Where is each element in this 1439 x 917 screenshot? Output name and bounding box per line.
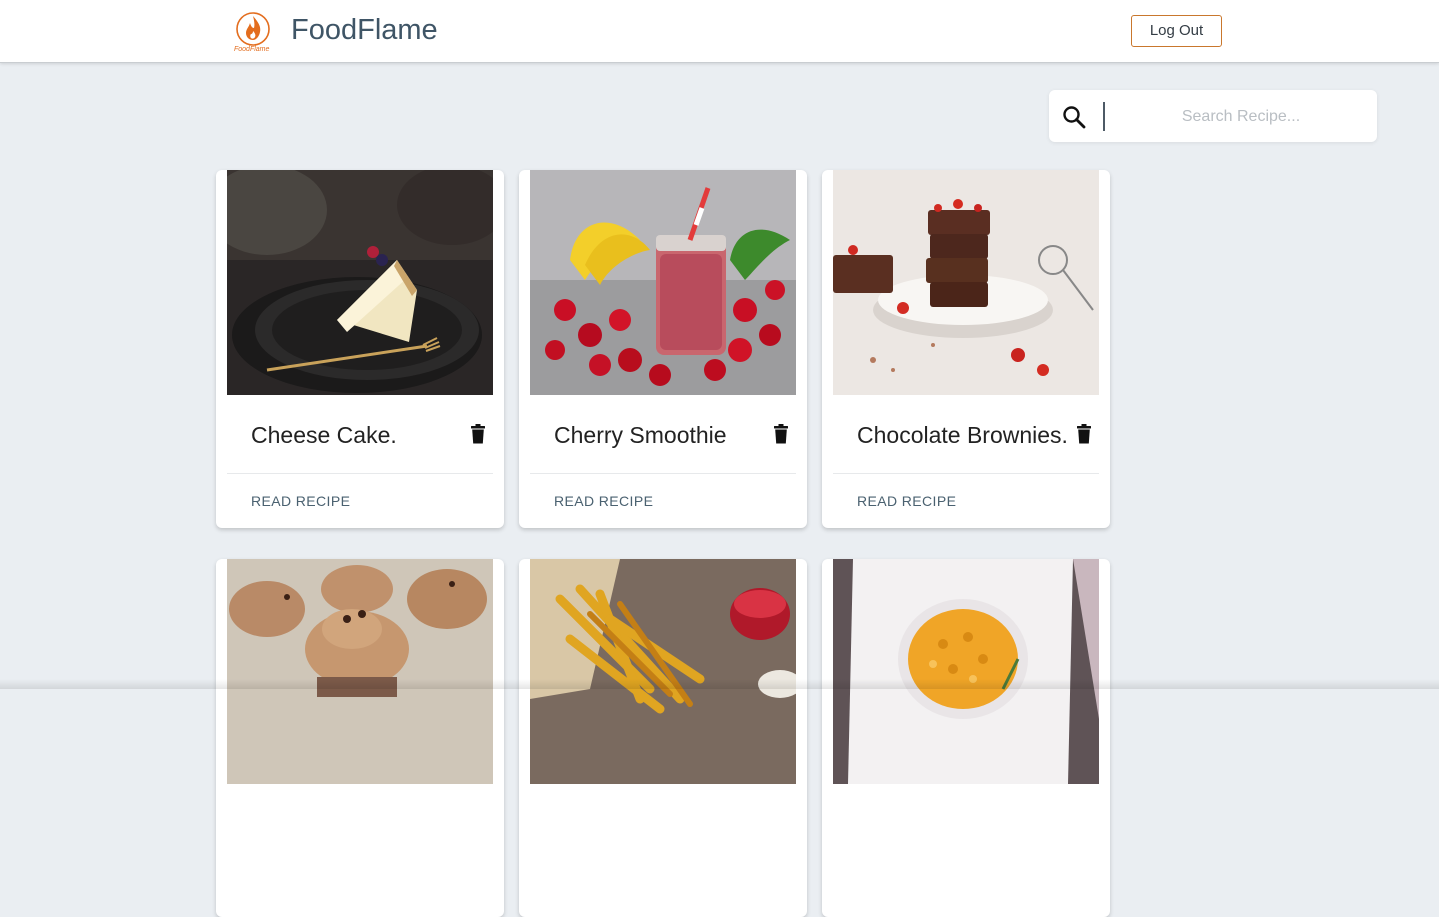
card-divider bbox=[227, 473, 493, 474]
top-navbar: FoodFlame FoodFlame Log Out bbox=[0, 0, 1439, 63]
recipe-card: Chocolate Brownies. READ RECIPE bbox=[822, 170, 1110, 528]
logout-button[interactable]: Log Out bbox=[1131, 15, 1222, 47]
recipe-image[interactable] bbox=[833, 170, 1099, 395]
recipe-title: Cherry Smoothie bbox=[554, 422, 727, 448]
recipe-image[interactable] bbox=[530, 170, 796, 395]
recipe-card bbox=[519, 559, 807, 917]
recipe-title: Chocolate Brownies. bbox=[857, 422, 1068, 448]
recipe-card: Cherry Smoothie READ RECIPE bbox=[519, 170, 807, 528]
search-icon[interactable] bbox=[1061, 104, 1087, 130]
brand-title[interactable]: FoodFlame bbox=[291, 14, 438, 47]
trash-icon[interactable] bbox=[470, 424, 486, 444]
search-input[interactable] bbox=[1109, 100, 1373, 134]
read-recipe-link[interactable]: READ RECIPE bbox=[251, 493, 350, 509]
recipe-image[interactable] bbox=[227, 559, 493, 784]
search-cursor bbox=[1103, 102, 1105, 131]
recipe-image[interactable] bbox=[833, 559, 1099, 784]
search-bar[interactable] bbox=[1049, 90, 1377, 142]
read-recipe-link[interactable]: READ RECIPE bbox=[554, 493, 653, 509]
bottom-shadow bbox=[0, 679, 1439, 689]
logo-caption: FoodFlame bbox=[234, 46, 270, 53]
read-recipe-link[interactable]: READ RECIPE bbox=[857, 493, 956, 509]
trash-icon[interactable] bbox=[773, 424, 789, 444]
recipe-card: Cheese Cake. READ RECIPE bbox=[216, 170, 504, 528]
trash-icon[interactable] bbox=[1076, 424, 1092, 444]
recipe-title: Cheese Cake. bbox=[251, 422, 397, 448]
recipe-image[interactable] bbox=[530, 559, 796, 784]
recipe-image[interactable] bbox=[227, 170, 493, 395]
card-divider bbox=[833, 473, 1099, 474]
card-divider bbox=[530, 473, 796, 474]
recipe-card bbox=[822, 559, 1110, 917]
recipe-card bbox=[216, 559, 504, 917]
